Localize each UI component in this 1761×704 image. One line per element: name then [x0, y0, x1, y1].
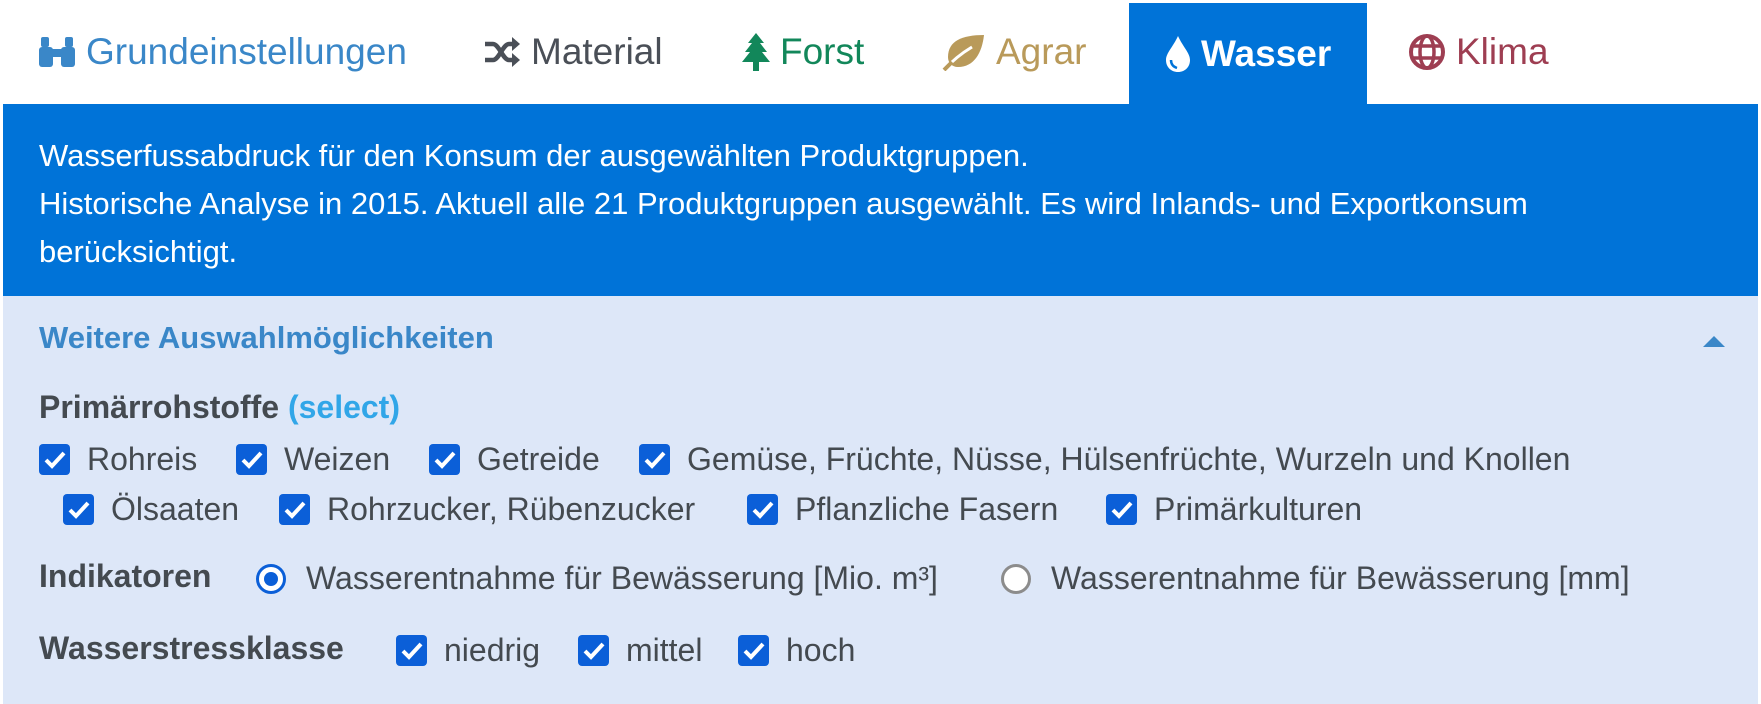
checkmark-icon: [747, 494, 778, 525]
radio-unselected-icon: [1001, 563, 1031, 594]
droplet-icon: [1165, 35, 1191, 73]
checkbox-label: Rohreis: [87, 441, 198, 477]
checkbox-label: Pflanzliche Fasern: [795, 491, 1059, 527]
indikatoren-label: Indikatoren: [39, 558, 212, 594]
caret-up-icon[interactable]: [1703, 336, 1725, 347]
more-options-toggle[interactable]: Weitere Auswahlmöglichkeiten: [39, 320, 494, 356]
checkmark-icon: [236, 444, 267, 475]
checkmark-icon: [429, 444, 460, 475]
checkbox-weizen[interactable]: Weizen: [236, 441, 390, 478]
options-panel: Weitere Auswahlmöglichkeiten Primärrohst…: [3, 296, 1758, 704]
primaerrohstoffe-heading: Primärrohstoffe (select): [39, 389, 400, 426]
leaf-icon: [942, 33, 986, 71]
radio-label: Wasserentnahme für Bewässerung [mm]: [1051, 560, 1630, 596]
checkbox-label: hoch: [786, 632, 856, 668]
checkbox-label: mittel: [626, 632, 703, 668]
globe-icon: [1408, 33, 1446, 71]
checkbox-oelsaaten[interactable]: Ölsaaten: [63, 491, 239, 528]
checkmark-icon: [738, 635, 769, 666]
checkbox-label: Getreide: [477, 441, 600, 477]
checkbox-label: niedrig: [444, 632, 541, 668]
checkbox-label: Rohrzucker, Rübenzucker: [327, 491, 696, 527]
checkbox-mittel[interactable]: mittel: [578, 632, 702, 669]
radio-selected-icon: [256, 563, 286, 594]
checkbox-getreide[interactable]: Getreide: [429, 441, 600, 478]
checkmark-icon: [578, 635, 609, 666]
tab-label: Klima: [1456, 31, 1549, 72]
checkmark-icon: [39, 444, 70, 475]
checkbox-niedrig[interactable]: niedrig: [396, 632, 540, 669]
checkbox-label: Ölsaaten: [111, 491, 240, 527]
checkbox-primaerkulturen[interactable]: Primärkulturen: [1106, 491, 1362, 528]
tab-klima[interactable]: Klima: [1408, 0, 1549, 104]
radio-label: Wasserentnahme für Bewässerung [Mio. m³]: [306, 560, 938, 596]
radio-mm[interactable]: Wasserentnahme für Bewässerung [mm]: [1001, 560, 1630, 597]
info-line-1: Wasserfussabdruck für den Konsum der aus…: [39, 138, 1029, 173]
tab-label: Agrar: [996, 31, 1087, 72]
wasserstressklasse-label: Wasserstressklasse: [39, 630, 344, 666]
tab-label: Wasser: [1201, 32, 1332, 74]
checkmark-icon: [1106, 494, 1137, 525]
checkmark-icon: [639, 444, 670, 475]
checkbox-gemuese[interactable]: Gemüse, Früchte, Nüsse, Hülsenfrüchte, W…: [639, 441, 1570, 478]
tab-agrar[interactable]: Agrar: [942, 0, 1086, 104]
tab-material[interactable]: Material: [483, 0, 663, 104]
info-banner: Wasserfussabdruck für den Konsum der aus…: [3, 104, 1758, 296]
tab-wasser[interactable]: Wasser: [1129, 3, 1368, 104]
tab-bar: Grundeinstellungen Material Forst Agrar …: [0, 0, 1761, 104]
checkbox-hoch[interactable]: hoch: [738, 632, 855, 669]
checkmark-icon: [396, 635, 427, 666]
checkbox-label: Primärkulturen: [1154, 491, 1363, 527]
checkbox-label: Weizen: [284, 441, 391, 477]
tab-forst[interactable]: Forst: [742, 0, 864, 104]
binoculars-icon: [38, 35, 76, 69]
tab-label: Forst: [780, 31, 865, 72]
checkbox-rohrzucker[interactable]: Rohrzucker, Rübenzucker: [279, 491, 695, 528]
info-line-2: Historische Analyse in 2015. Aktuell all…: [39, 186, 1528, 269]
checkbox-label: Gemüse, Früchte, Nüsse, Hülsenfrüchte, W…: [687, 441, 1571, 477]
tab-label: Grundeinstellungen: [86, 31, 407, 72]
checkbox-pflanzliche-fasern[interactable]: Pflanzliche Fasern: [747, 491, 1058, 528]
checkbox-rohreis[interactable]: Rohreis: [39, 441, 197, 478]
shuffle-icon: [483, 36, 521, 68]
select-link[interactable]: (select): [288, 389, 400, 425]
tab-label: Material: [531, 31, 663, 72]
tab-grundeinstellungen[interactable]: Grundeinstellungen: [38, 0, 407, 104]
primaerrohstoffe-label: Primärrohstoffe: [39, 389, 280, 425]
checkmark-icon: [63, 494, 94, 525]
checkmark-icon: [279, 494, 310, 525]
radio-mio-m3[interactable]: Wasserentnahme für Bewässerung [Mio. m³]: [256, 560, 938, 597]
tree-icon: [742, 33, 770, 71]
